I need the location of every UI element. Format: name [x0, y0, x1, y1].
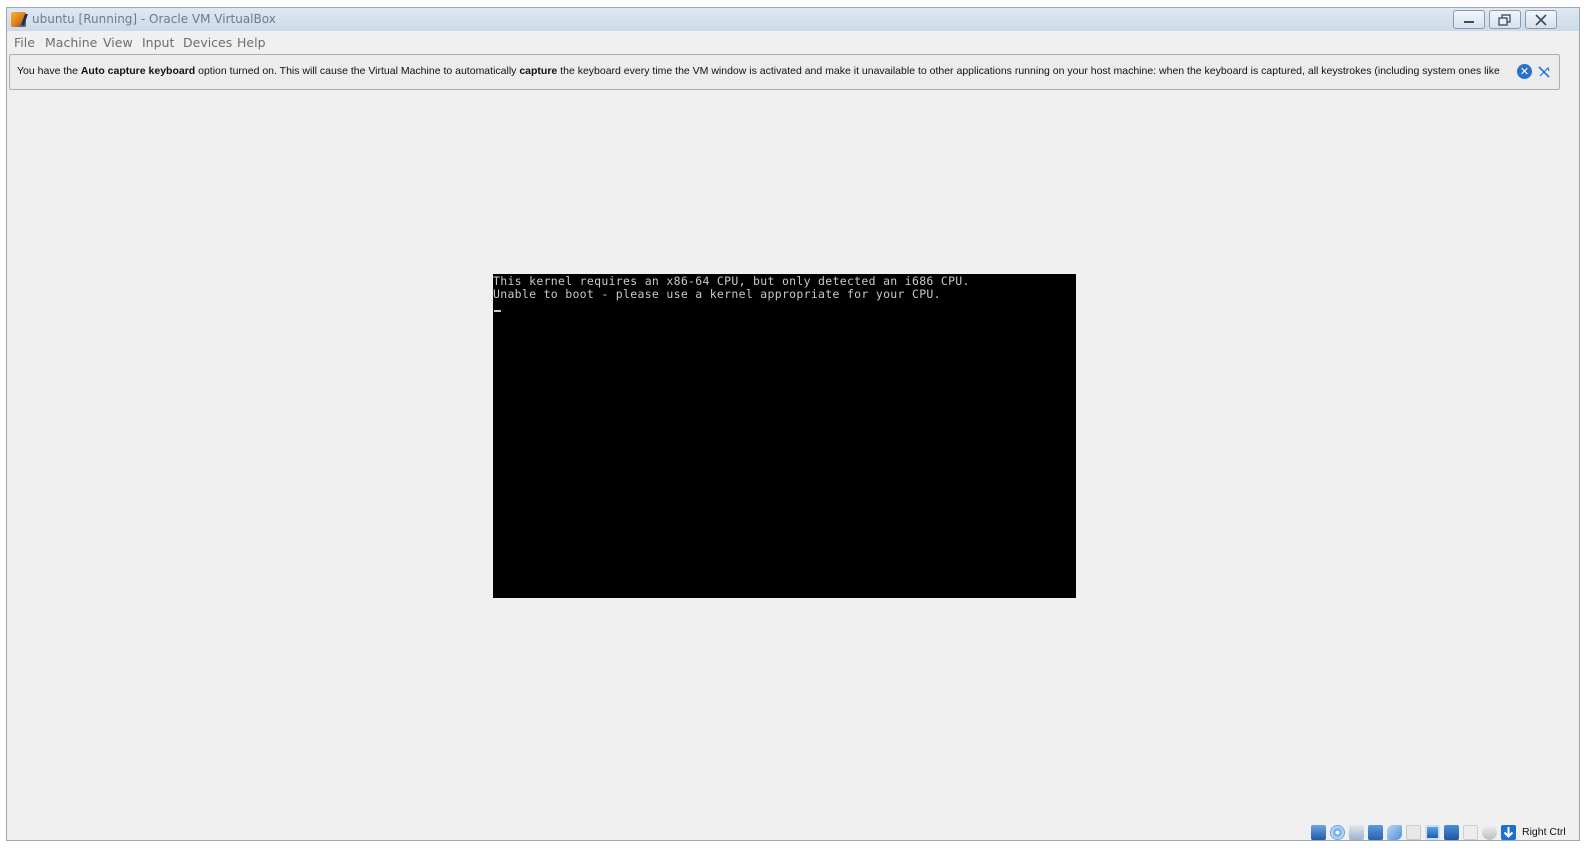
virtualization-icon[interactable] — [1463, 824, 1478, 840]
do-not-show-again-icon[interactable] — [1536, 64, 1552, 80]
arrow-down-icon — [1503, 826, 1514, 838]
hard-disk-icon[interactable] — [1311, 824, 1326, 840]
menu-devices[interactable]: Devices — [183, 35, 232, 50]
console-line: Unable to boot - please use a kernel app… — [493, 287, 941, 301]
virtualbox-window: ubuntu [Running] - Oracle VM VirtualBox … — [6, 7, 1580, 841]
close-icon — [1535, 13, 1547, 26]
notice-text-part2: option turned on. This will cause the Vi… — [195, 65, 520, 77]
notice-message: You have the Auto capture keyboard optio… — [17, 65, 1500, 77]
console-line: This kernel requires an x86-64 CPU, but … — [493, 274, 970, 288]
virtualbox-app-icon[interactable] — [11, 12, 29, 27]
host-key-label[interactable]: Right Ctrl — [1522, 826, 1566, 838]
audio-icon[interactable] — [1349, 824, 1364, 840]
notice-text-part1: You have the — [17, 65, 81, 77]
display-icon[interactable] — [1425, 824, 1440, 840]
menu-bar: File Machine View Input Devices Help — [7, 31, 1579, 53]
menu-view[interactable]: View — [103, 35, 133, 50]
mouse-integration-icon[interactable] — [1482, 824, 1497, 840]
window-title: ubuntu [Running] - Oracle VM VirtualBox — [32, 12, 276, 26]
close-button[interactable] — [1525, 10, 1557, 29]
optical-drive-icon[interactable] — [1330, 824, 1345, 840]
notice-text-part3: the keyboard every time the VM window is… — [557, 65, 1500, 77]
video-capture-icon[interactable] — [1444, 824, 1459, 840]
title-bar[interactable]: ubuntu [Running] - Oracle VM VirtualBox — [7, 8, 1579, 31]
notice-text-bold2: capture — [519, 65, 558, 77]
console-cursor — [494, 310, 501, 312]
minimize-icon — [1464, 20, 1474, 23]
status-bar: Right Ctrl — [1311, 823, 1566, 840]
menu-help[interactable]: Help — [237, 35, 266, 50]
notice-close-icon[interactable]: ✕ — [1517, 64, 1532, 79]
shared-folders-icon[interactable] — [1406, 824, 1421, 840]
vm-display[interactable]: This kernel requires an x86-64 CPU, but … — [493, 274, 1076, 598]
notice-text-bold1: Auto capture keyboard — [80, 65, 196, 77]
menu-machine[interactable]: Machine — [45, 35, 97, 50]
menu-file[interactable]: File — [14, 35, 35, 50]
menu-input[interactable]: Input — [142, 35, 174, 50]
minimize-button[interactable] — [1453, 10, 1485, 29]
restore-button[interactable] — [1489, 10, 1521, 29]
keyboard-capture-icon[interactable] — [1501, 824, 1516, 840]
usb-icon[interactable] — [1387, 824, 1402, 840]
auto-capture-notice: You have the Auto capture keyboard optio… — [9, 54, 1560, 90]
network-icon[interactable] — [1368, 824, 1383, 840]
restore-icon — [1498, 13, 1511, 26]
